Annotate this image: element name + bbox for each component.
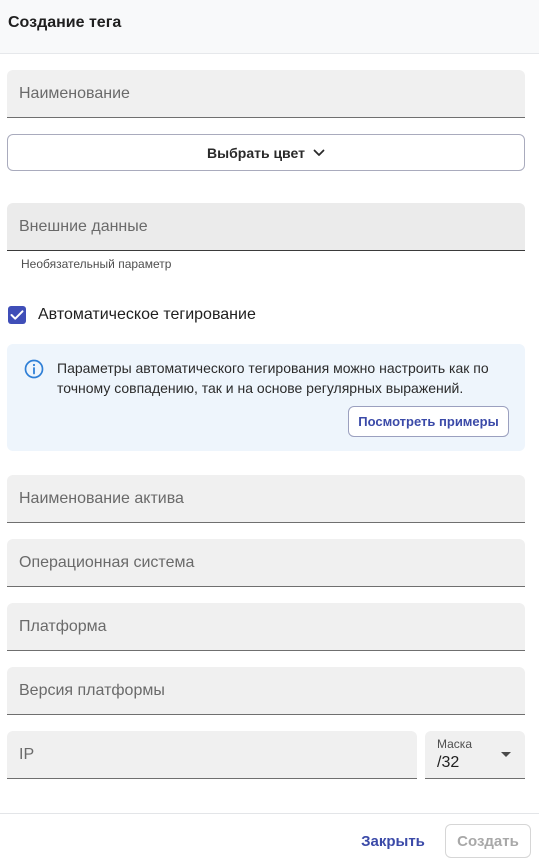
auto-tagging-label[interactable]: Автоматическое тегирование	[38, 306, 256, 324]
platform-placeholder: Платформа	[19, 618, 107, 635]
info-box: Параметры автоматического тегирования мо…	[7, 344, 525, 451]
ip-placeholder: IP	[19, 746, 35, 763]
external-data-hint: Необязательный параметр	[21, 257, 172, 271]
view-examples-button[interactable]: Посмотреть примеры	[348, 406, 509, 437]
choose-color-label: Выбрать цвет	[207, 144, 305, 161]
platform-version-field[interactable]: Версия платформы	[7, 667, 525, 715]
platform-version-placeholder: Версия платформы	[19, 682, 165, 699]
name-placeholder: Наименование	[19, 85, 130, 102]
info-text: Параметры автоматического тегирования мо…	[57, 360, 489, 396]
ip-field[interactable]: IP	[7, 731, 417, 779]
mask-select[interactable]: Маска /32	[425, 731, 525, 779]
dialog-header: Создание тега	[0, 0, 539, 54]
close-button[interactable]: Закрыть	[352, 826, 434, 856]
external-data-field[interactable]: Внешние данные	[7, 203, 525, 251]
mask-label: Маска	[437, 737, 472, 751]
choose-color-button[interactable]: Выбрать цвет	[7, 134, 525, 171]
chevron-down-icon	[313, 149, 325, 156]
name-field[interactable]: Наименование	[7, 70, 525, 118]
dropdown-caret-icon	[501, 752, 511, 757]
os-field[interactable]: Операционная система	[7, 539, 525, 587]
dialog-footer: Закрыть Создать	[0, 813, 539, 865]
mask-value: /32	[437, 754, 460, 771]
dialog-title: Создание тега	[8, 14, 122, 31]
asset-name-placeholder: Наименование актива	[19, 490, 184, 507]
external-data-placeholder: Внешние данные	[19, 218, 148, 235]
info-icon	[24, 359, 44, 384]
os-placeholder: Операционная система	[19, 554, 195, 571]
platform-field[interactable]: Платформа	[7, 603, 525, 651]
check-icon	[10, 310, 24, 320]
asset-name-field[interactable]: Наименование актива	[7, 475, 525, 523]
auto-tagging-checkbox[interactable]	[8, 306, 26, 324]
create-button[interactable]: Создать	[445, 824, 531, 858]
